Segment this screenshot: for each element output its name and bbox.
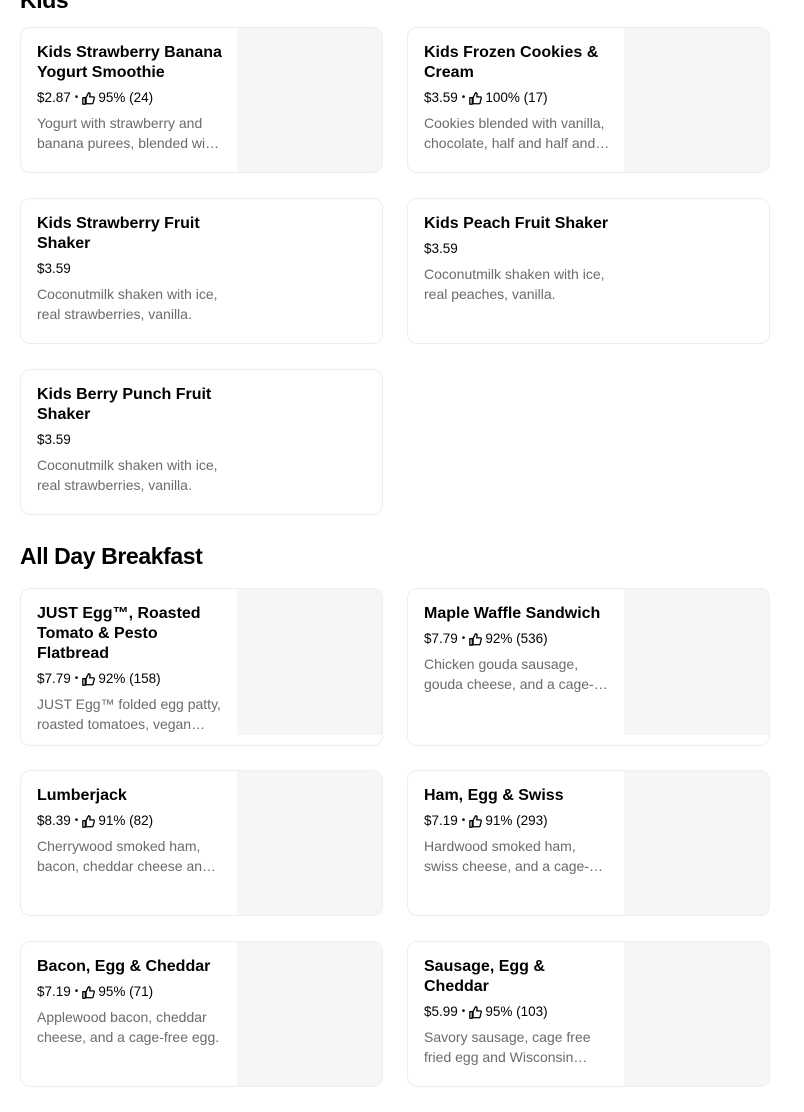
item-name: Kids Frozen Cookies & Cream — [424, 44, 599, 81]
separator-dot: • — [74, 92, 79, 103]
menu-page: Kids Kids Strawberry Banana Yogurt Smoot… — [0, 0, 804, 1112]
item-meta: $7.79 • 92% (536) — [424, 629, 610, 649]
item-name: Maple Waffle Sandwich — [424, 605, 601, 622]
separator-dot: • — [461, 633, 466, 644]
thumbs-up-icon — [469, 1005, 483, 1019]
item-rating: 95% (24) — [98, 90, 154, 105]
menu-item-card[interactable]: Ham, Egg & Swiss $7.19 • 91% (293) Hardw… — [407, 770, 770, 916]
item-image-placeholder — [624, 589, 769, 735]
item-meta: $2.87 • 95% (24) — [37, 88, 223, 108]
item-meta: $8.39 • 91% (82) — [37, 811, 223, 831]
item-name: Kids Strawberry Banana Yogurt Smoothie — [37, 44, 222, 81]
item-description: Applewood bacon, cheddar cheese, and a c… — [37, 1009, 220, 1045]
item-price: $3.59 — [37, 261, 71, 276]
separator-dot: • — [461, 815, 466, 826]
item-rating: 91% (293) — [485, 813, 548, 828]
item-image-placeholder — [624, 771, 769, 915]
thumbs-up-icon — [469, 632, 483, 646]
item-name: Bacon, Egg & Cheddar — [37, 958, 211, 975]
separator-dot: • — [74, 986, 79, 997]
separator-dot: • — [74, 815, 79, 826]
separator-dot: • — [74, 673, 79, 684]
item-image-placeholder — [624, 942, 769, 1086]
item-rating: 95% (103) — [485, 1004, 548, 1019]
item-price: $3.59 — [424, 90, 458, 105]
menu-item-card[interactable]: Kids Frozen Cookies & Cream $3.59 • 100%… — [407, 27, 770, 173]
item-name: JUST Egg™, Roasted Tomato & Pesto Flatbr… — [37, 605, 201, 662]
item-description: JUST Egg™ folded egg patty, roasted toma… — [37, 696, 221, 732]
item-name: Lumberjack — [37, 787, 127, 804]
menu-item-card[interactable]: Kids Peach Fruit Shaker $3.59 Coconutmil… — [407, 198, 770, 344]
item-description: Hardwood smoked ham, swiss cheese, and a… — [424, 838, 589, 874]
item-image-placeholder — [624, 28, 769, 172]
item-description: Chicken gouda sausage, gouda cheese, and… — [424, 656, 594, 692]
item-description: Cherrywood smoked ham, bacon, cheddar ch… — [37, 838, 210, 874]
item-name: Ham, Egg & Swiss — [424, 787, 564, 804]
thumbs-up-icon — [82, 985, 96, 999]
thumbs-up-icon — [82, 672, 96, 686]
item-meta: $7.19 • 91% (293) — [424, 811, 610, 831]
menu-item-card[interactable]: Lumberjack $8.39 • 91% (82) Cherrywood s… — [20, 770, 383, 916]
separator-dot: • — [461, 1006, 466, 1017]
thumbs-up-icon — [82, 91, 96, 105]
item-image-placeholder — [237, 28, 382, 172]
section-title-kids: Kids — [20, 0, 69, 13]
item-rating: 92% (536) — [485, 631, 548, 646]
item-description: Savory sausage, cage free fried egg and … — [424, 1029, 591, 1065]
item-meta: $3.59 — [37, 259, 223, 279]
item-name: Kids Berry Punch Fruit Shaker — [37, 386, 212, 423]
item-meta: $3.59 — [37, 430, 223, 450]
item-price: $2.87 — [37, 90, 71, 105]
separator-dot: • — [461, 92, 466, 103]
item-price: $3.59 — [37, 432, 71, 447]
item-rating: 91% (82) — [98, 813, 154, 828]
item-description: Coconutmilk shaken with ice, real peache… — [424, 266, 605, 302]
menu-item-card[interactable]: Sausage, Egg & Cheddar $5.99 • 95% (103)… — [407, 941, 770, 1087]
item-meta: $7.79 • 92% (158) — [37, 669, 223, 689]
item-image-placeholder — [237, 589, 382, 735]
menu-item-card[interactable]: Kids Strawberry Banana Yogurt Smoothie $… — [20, 27, 383, 173]
item-image-placeholder — [237, 942, 382, 1086]
item-name: Kids Peach Fruit Shaker — [424, 215, 609, 232]
item-description: Yogurt with strawberry and banana purees… — [37, 115, 217, 151]
item-description: Cookies blended with vanilla, chocolate,… — [424, 115, 605, 151]
thumbs-up-icon — [469, 91, 483, 105]
item-rating: 100% (17) — [485, 90, 548, 105]
item-rating: 95% (71) — [98, 984, 154, 999]
thumbs-up-icon — [469, 814, 483, 828]
menu-item-card[interactable]: Bacon, Egg & Cheddar $7.19 • 95% (71) Ap… — [20, 941, 383, 1087]
item-rating: 92% (158) — [98, 671, 161, 686]
thumbs-up-icon — [82, 814, 96, 828]
item-image-placeholder — [237, 771, 382, 915]
item-description: Coconutmilk shaken with ice, real strawb… — [37, 286, 218, 322]
item-name: Sausage, Egg & Cheddar — [424, 958, 545, 995]
menu-item-card[interactable]: Kids Strawberry Fruit Shaker $3.59 Cocon… — [20, 198, 383, 344]
item-description: Coconutmilk shaken with ice, real strawb… — [37, 457, 218, 493]
section-title-all-day-breakfast: All Day Breakfast — [20, 543, 203, 569]
item-price: $7.19 — [424, 813, 458, 828]
item-price: $7.79 — [424, 631, 458, 646]
item-price: $7.79 — [37, 671, 71, 686]
item-price: $7.19 — [37, 984, 71, 999]
menu-item-card[interactable]: Kids Berry Punch Fruit Shaker $3.59 Coco… — [20, 369, 383, 515]
menu-item-card[interactable]: Maple Waffle Sandwich $7.79 • 92% (536) … — [407, 588, 770, 746]
item-meta: $3.59 • 100% (17) — [424, 88, 610, 108]
item-meta: $3.59 — [424, 239, 610, 259]
item-name: Kids Strawberry Fruit Shaker — [37, 215, 200, 252]
item-price: $5.99 — [424, 1004, 458, 1019]
item-price: $3.59 — [424, 241, 458, 256]
menu-item-card[interactable]: JUST Egg™, Roasted Tomato & Pesto Flatbr… — [20, 588, 383, 746]
item-price: $8.39 — [37, 813, 71, 828]
item-meta: $7.19 • 95% (71) — [37, 982, 223, 1002]
item-meta: $5.99 • 95% (103) — [424, 1002, 610, 1022]
